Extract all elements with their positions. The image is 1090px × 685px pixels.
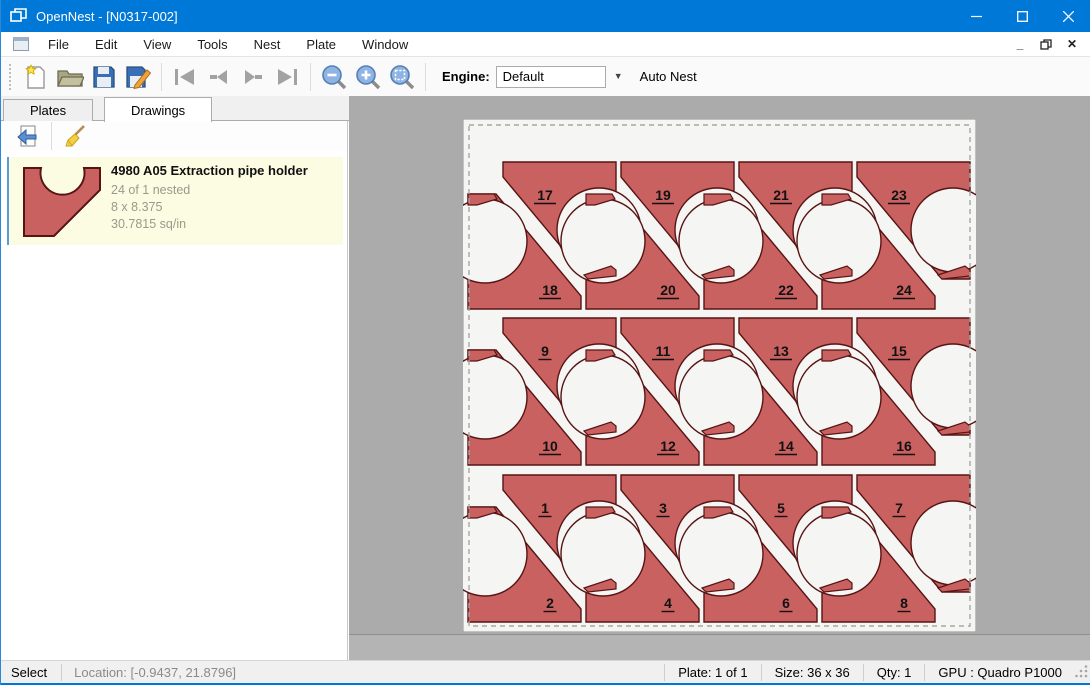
auto-nest-button[interactable]: Auto Nest: [640, 69, 697, 84]
zoom-in-icon[interactable]: [351, 61, 385, 93]
status-plate: Plate: 1 of 1: [665, 665, 760, 680]
part-number: 19: [655, 187, 671, 203]
maximize-button[interactable]: [999, 0, 1045, 32]
status-qty: Qty: 1: [864, 665, 925, 680]
zoom-fit-icon[interactable]: [385, 61, 419, 93]
part-number: 18: [542, 282, 558, 298]
open-folder-icon[interactable]: [53, 61, 87, 93]
part-number: 5: [777, 500, 785, 516]
menu-edit[interactable]: Edit: [82, 32, 130, 57]
status-bar: Select Location: [-0.9437, 21.8796] Plat…: [1, 660, 1090, 683]
save-icon[interactable]: [87, 61, 121, 93]
go-next-icon[interactable]: [236, 61, 270, 93]
go-previous-icon[interactable]: [202, 61, 236, 93]
toolbar-grip[interactable]: [9, 64, 13, 90]
part-number: 23: [891, 187, 907, 203]
part-number: 1: [541, 500, 549, 516]
part-number: 16: [896, 438, 912, 454]
part-number: 9: [541, 343, 549, 359]
main-toolbar: Engine: Default ▼ Auto Nest: [1, 57, 1090, 96]
drawings-panel: 4980 A05 Extraction pipe holder 24 of 1 …: [1, 121, 348, 660]
mdi-document-icon[interactable]: [13, 37, 29, 51]
status-gpu: GPU : Quadro P1000: [925, 665, 1075, 680]
menu-view[interactable]: View: [130, 32, 184, 57]
menu-nest[interactable]: Nest: [241, 32, 294, 57]
menu-tools[interactable]: Tools: [184, 32, 240, 57]
save-as-icon[interactable]: [121, 61, 155, 93]
canvas-bottom-strip: [349, 635, 1090, 660]
nest-plate[interactable]: 171819202122232491011121314151612345678: [463, 119, 976, 632]
drawing-list-item[interactable]: 4980 A05 Extraction pipe holder 24 of 1 …: [7, 157, 343, 245]
zoom-out-icon[interactable]: [317, 61, 351, 93]
part-number: 12: [660, 438, 676, 454]
part-thumbnail: [21, 165, 105, 239]
part-number: 2: [546, 595, 554, 611]
part-number: 3: [659, 500, 667, 516]
title-bar[interactable]: OpenNest - [N0317-002]: [1, 0, 1090, 32]
mdi-restore-button[interactable]: [1035, 34, 1057, 54]
chevron-down-icon[interactable]: ▼: [614, 71, 623, 81]
minimize-button[interactable]: [953, 0, 999, 32]
engine-value: Default: [503, 69, 544, 84]
tab-plates[interactable]: Plates: [3, 99, 93, 121]
part-number: 14: [778, 438, 794, 454]
part-number: 13: [773, 343, 789, 359]
part-nested-count: 24 of 1 nested: [111, 183, 308, 197]
part-number: 10: [542, 438, 558, 454]
part-number: 11: [656, 343, 671, 359]
menu-plate[interactable]: Plate: [293, 32, 349, 57]
return-drawing-icon[interactable]: [11, 120, 45, 152]
part-number: 8: [900, 595, 908, 611]
close-button[interactable]: [1045, 0, 1090, 32]
menu-file[interactable]: File: [35, 32, 82, 57]
part-size: 8 x 8.375: [111, 200, 308, 214]
mdi-minimize-button[interactable]: _: [1009, 34, 1031, 54]
panel-tabs: Plates Drawings: [1, 96, 349, 121]
resize-grip[interactable]: [1075, 665, 1089, 679]
part-number: 7: [895, 500, 903, 516]
engine-select[interactable]: Default ▼: [496, 66, 606, 88]
part-area: 30.7815 sq/in: [111, 217, 308, 231]
mdi-close-button[interactable]: ✕: [1061, 34, 1083, 54]
status-size: Size: 36 x 36: [762, 665, 863, 680]
status-location: Location: [-0.9437, 21.8796]: [62, 665, 248, 680]
engine-label: Engine:: [442, 69, 490, 84]
part-number: 15: [891, 343, 907, 359]
menu-window[interactable]: Window: [349, 32, 421, 57]
part-number: 6: [782, 595, 790, 611]
tab-drawings[interactable]: Drawings: [104, 97, 212, 122]
go-last-icon[interactable]: [270, 61, 304, 93]
drawings-toolbar: [1, 121, 347, 151]
part-number: 20: [660, 282, 676, 298]
clean-broom-icon[interactable]: [58, 120, 92, 152]
menu-bar: File Edit View Tools Nest Plate Window: [1, 32, 1090, 57]
part-number: 24: [896, 282, 912, 298]
go-first-icon[interactable]: [168, 61, 202, 93]
nest-canvas[interactable]: 171819202122232491011121314151612345678: [349, 96, 1090, 660]
app-icon: [10, 7, 28, 25]
part-title: 4980 A05 Extraction pipe holder: [111, 163, 308, 178]
part-number: 4: [664, 595, 672, 611]
part-number: 17: [537, 187, 553, 203]
new-document-icon[interactable]: [19, 61, 53, 93]
status-mode: Select: [1, 665, 61, 680]
part-number: 21: [773, 187, 789, 203]
part-number: 22: [778, 282, 794, 298]
window-title: OpenNest - [N0317-002]: [36, 9, 178, 24]
